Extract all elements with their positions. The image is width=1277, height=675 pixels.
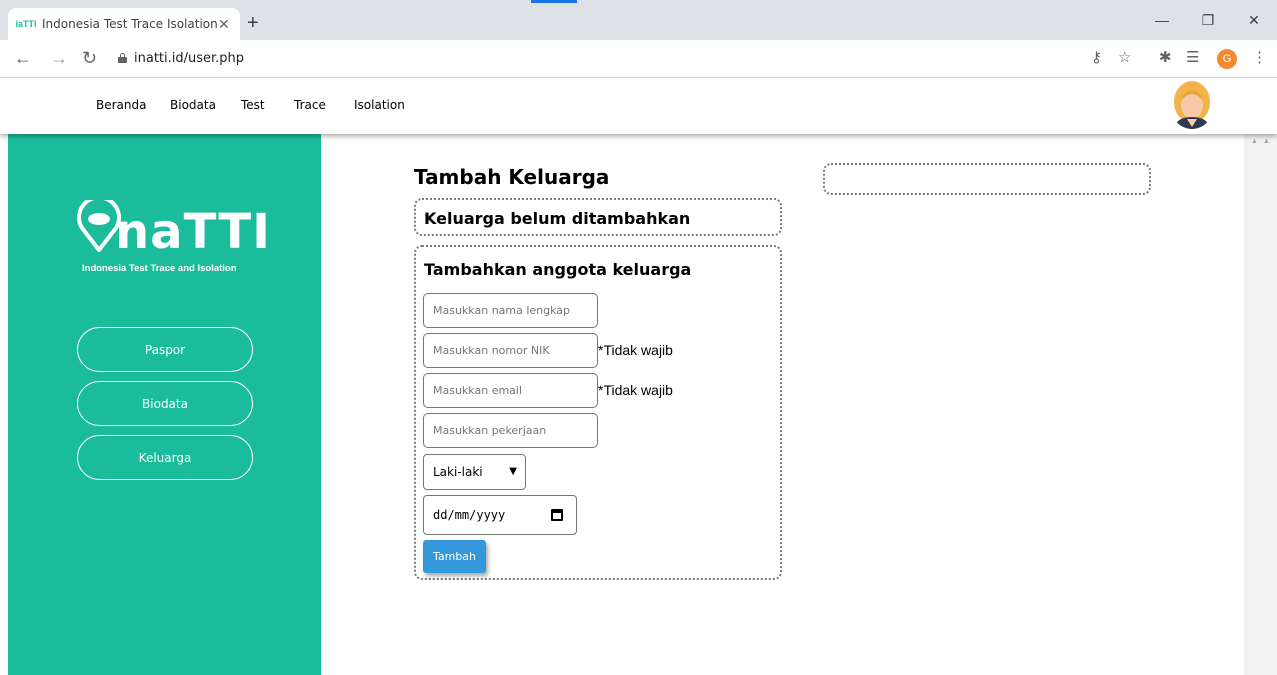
date-placeholder: dd/mm/yyyy — [433, 508, 506, 522]
site-header: Beranda Biodata Test Trace Isolation — [0, 78, 1277, 134]
url-field[interactable]: inatti.id/user.php — [134, 51, 244, 66]
job-input[interactable]: Masukkan pekerjaan — [423, 413, 598, 448]
family-status-box: Keluarga belum ditambahkan — [414, 198, 782, 236]
nav-biodata[interactable]: Biodata — [170, 98, 216, 112]
user-avatar[interactable] — [1170, 81, 1214, 129]
extensions-icon[interactable]: ✱ — [1159, 49, 1172, 67]
logo-subtitle: Indonesia Test Trace and Isolation — [82, 263, 237, 274]
tab-title: Indonesia Test Trace Isolation — [42, 17, 218, 31]
family-status-text: Keluarga belum ditambahkan — [424, 209, 691, 228]
restore-icon[interactable]: ❐ — [1185, 0, 1231, 40]
tab-strip-accent — [531, 0, 577, 3]
sidebar: naTTI Indonesia Test Trace and Isolation… — [8, 134, 321, 675]
family-list-box — [823, 163, 1151, 195]
gender-selected-value: Laki-laki — [433, 465, 483, 479]
page-title: Tambah Keluarga — [414, 165, 610, 189]
nik-input[interactable]: Masukkan nomor NIK — [423, 333, 598, 368]
name-input[interactable]: Masukkan nama lengkap — [423, 293, 598, 328]
menu-icon[interactable]: ⋮ — [1252, 49, 1267, 67]
tambah-button[interactable]: Tambah — [423, 540, 486, 573]
forward-arrow-icon[interactable]: → — [50, 48, 68, 68]
chevron-down-icon: ▼ — [509, 466, 517, 477]
reload-icon[interactable]: ↻ — [82, 48, 97, 68]
add-family-form: Tambahkan anggota keluarga Masukkan nama… — [414, 245, 782, 580]
back-arrow-icon[interactable]: ← — [14, 48, 32, 68]
window-close-icon[interactable]: ✕ — [1231, 0, 1277, 40]
browser-tab[interactable]: iaTTI Indonesia Test Trace Isolation ✕ — [8, 8, 240, 40]
close-tab-icon[interactable]: ✕ — [218, 16, 230, 33]
key-icon[interactable]: ⚷ — [1091, 49, 1102, 67]
scroll-up-icon[interactable]: ▲ — [1251, 138, 1258, 145]
birthdate-input[interactable]: dd/mm/yyyy — [423, 495, 577, 535]
logo-text: naTTI — [115, 204, 272, 260]
sidebar-button-paspor[interactable]: Paspor — [77, 327, 253, 372]
favicon-icon: iaTTI — [15, 19, 37, 29]
calendar-icon[interactable] — [551, 509, 563, 521]
lock-icon[interactable] — [118, 53, 127, 63]
email-optional-note: *Tidak wajib — [598, 382, 673, 398]
profile-avatar[interactable]: G — [1217, 49, 1237, 69]
media-icon[interactable]: ☰ — [1186, 49, 1199, 67]
minimize-icon[interactable]: — — [1139, 0, 1185, 40]
nav-beranda[interactable]: Beranda — [96, 98, 146, 112]
nav-trace[interactable]: Trace — [294, 98, 326, 112]
star-icon[interactable]: ☆ — [1118, 49, 1131, 67]
gender-select[interactable]: Laki-laki ▼ — [423, 454, 526, 490]
nav-test[interactable]: Test — [241, 98, 265, 112]
sidebar-button-keluarga[interactable]: Keluarga — [77, 435, 253, 480]
form-title: Tambahkan anggota keluarga — [424, 260, 692, 279]
nik-optional-note: *Tidak wajib — [598, 342, 673, 358]
nav-isolation[interactable]: Isolation — [354, 98, 405, 112]
new-tab-icon[interactable]: + — [247, 13, 259, 33]
scroll-up-icon[interactable]: ▲ — [1263, 138, 1270, 145]
page-scrollbar[interactable]: ▲ ▲ — [1244, 134, 1277, 675]
sidebar-button-biodata[interactable]: Biodata — [77, 381, 253, 426]
inatti-logo: naTTI Indonesia Test Trace and Isolation — [77, 192, 270, 282]
window-controls: — ❐ ✕ — [1139, 0, 1277, 40]
address-bar: ← → ↻ inatti.id/user.php ⚷ ☆ ✱ ☰ ⋮ — [0, 40, 1277, 78]
email-input[interactable]: Masukkan email — [423, 373, 598, 408]
browser-tab-strip: iaTTI Indonesia Test Trace Isolation ✕ +… — [0, 0, 1277, 40]
